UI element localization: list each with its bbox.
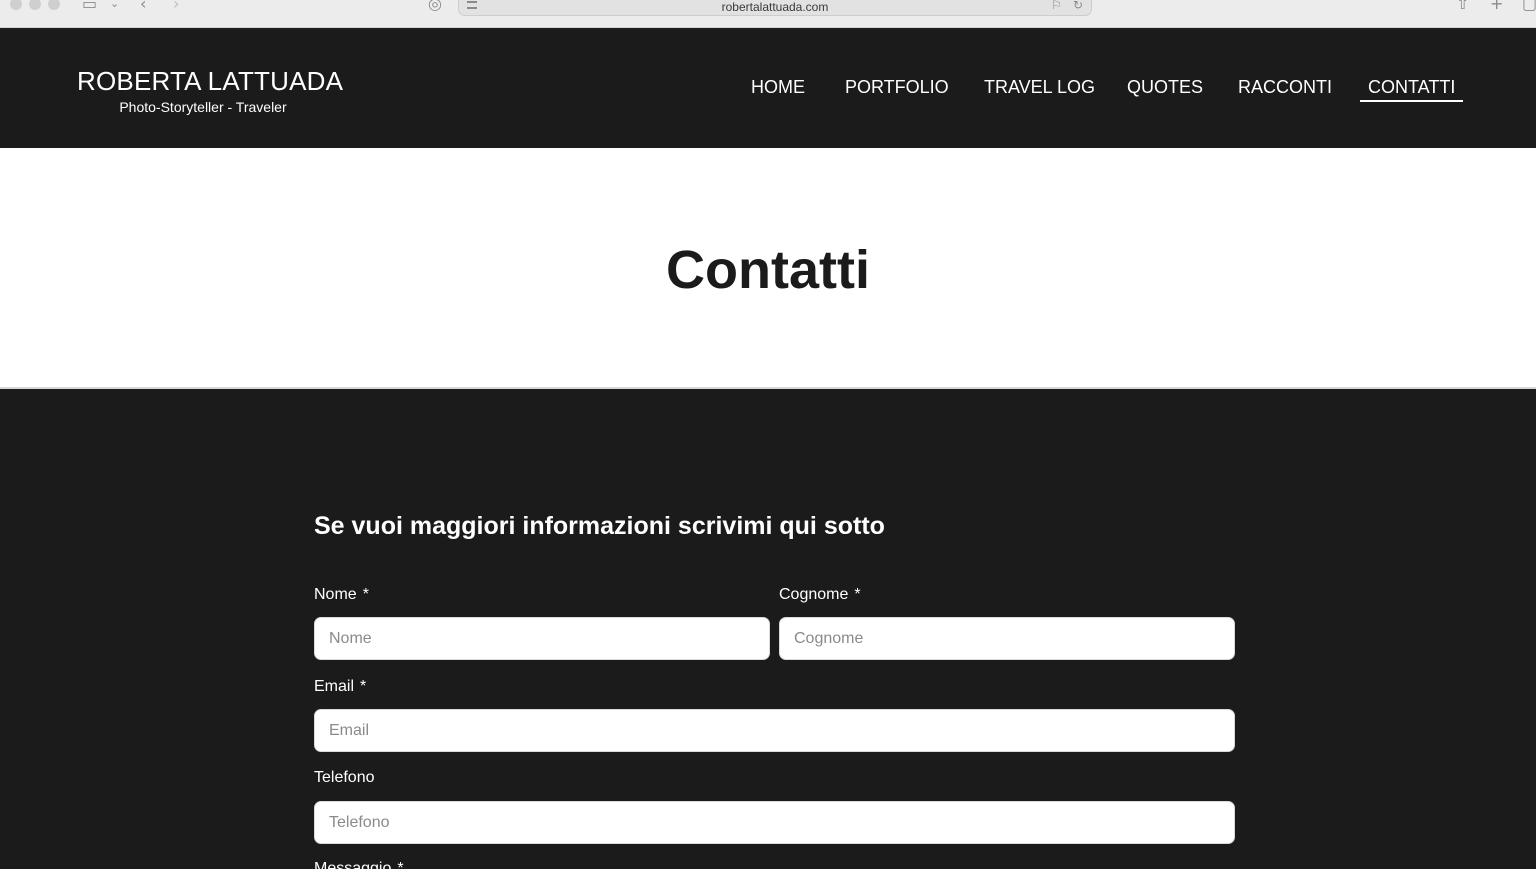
active-nav-underline <box>1360 100 1463 102</box>
required-marker: * <box>360 678 367 695</box>
nav-travel-log[interactable]: TRAVEL LOG <box>984 76 1095 98</box>
nome-label-text: Nome <box>314 586 357 603</box>
nav-racconti[interactable]: RACCONTI <box>1238 76 1332 98</box>
messaggio-label: Messaggio * <box>314 859 404 869</box>
telefono-label: Telefono <box>314 768 375 788</box>
url-text: robertalattuada.com <box>721 0 829 14</box>
email-label: Email * <box>314 677 366 697</box>
contact-form-section: Se vuoi maggiori informazioni scrivimi q… <box>0 390 1536 869</box>
page-title-section: Contatti <box>0 148 1536 389</box>
cognome-label-text: Cognome <box>779 586 849 603</box>
email-label-text: Email <box>314 678 355 695</box>
nome-input[interactable] <box>314 617 770 660</box>
site-title[interactable]: ROBERTA LATTUADA <box>77 66 343 96</box>
required-marker: * <box>362 586 369 603</box>
back-icon[interactable]: ‹ <box>140 0 146 14</box>
tab-overview-icon[interactable]: ▢ <box>1522 0 1536 14</box>
telefono-label-text: Telefono <box>314 769 375 786</box>
nav-portfolio[interactable]: PORTFOLIO <box>845 76 949 98</box>
share-icon[interactable]: ⇧ <box>1456 0 1469 14</box>
nome-label: Nome * <box>314 585 369 605</box>
reload-icon[interactable]: ↻ <box>1073 0 1083 15</box>
nav-contatti[interactable]: CONTATTI <box>1368 76 1455 98</box>
required-marker: * <box>854 586 861 603</box>
browser-toolbar: ▭ ⌄ ‹ › ◎ robertalattuada.com ⚐ ↻ ⇧ + ▢ <box>0 0 1536 28</box>
site-subtitle: Photo-Storyteller - Traveler <box>119 99 287 115</box>
new-tab-icon[interactable]: + <box>1490 0 1503 14</box>
extension-icon[interactable]: ◎ <box>428 0 442 14</box>
zoom-window-dot[interactable] <box>48 0 60 10</box>
cognome-label: Cognome * <box>779 585 861 605</box>
forward-icon[interactable]: › <box>173 0 179 14</box>
messaggio-label-text: Messaggio <box>314 860 392 869</box>
email-input[interactable] <box>314 709 1235 752</box>
cognome-input[interactable] <box>779 617 1235 660</box>
close-window-dot[interactable] <box>10 0 22 10</box>
nav-quotes[interactable]: QUOTES <box>1127 76 1203 98</box>
telefono-input[interactable] <box>314 801 1235 844</box>
sidebar-icon[interactable]: ▭ <box>82 0 97 14</box>
minimize-window-dot[interactable] <box>29 0 41 10</box>
required-marker: * <box>397 860 404 869</box>
nav-home[interactable]: HOME <box>751 76 805 98</box>
translate-icon[interactable]: ⚐ <box>1051 0 1062 15</box>
page-title: Contatti <box>666 240 870 300</box>
site-header: ROBERTA LATTUADA Photo-Storyteller - Tra… <box>0 28 1536 148</box>
form-heading: Se vuoi maggiori informazioni scrivimi q… <box>314 512 885 540</box>
address-bar[interactable]: robertalattuada.com ⚐ ↻ <box>458 0 1092 16</box>
chevron-down-icon[interactable]: ⌄ <box>110 0 119 14</box>
